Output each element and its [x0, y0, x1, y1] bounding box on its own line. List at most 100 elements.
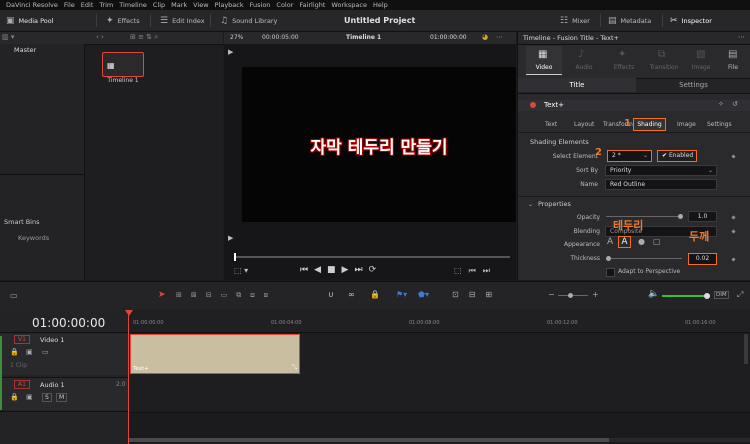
color-wheel-icon[interactable]: ◕	[482, 33, 488, 41]
appearance-border-icon[interactable]: ▢	[653, 237, 661, 246]
menu-help[interactable]: Help	[373, 1, 388, 9]
timeline-scrollbar-thumb[interactable]	[129, 438, 609, 442]
viewer-side-arrow-top[interactable]: ▶	[228, 48, 233, 56]
appearance-text-icon[interactable]: A	[607, 237, 613, 247]
timeline-ruler[interactable]: 01:00:00:00 01:00:04:00 01:00:08:00 01:0…	[129, 310, 750, 333]
inspector-button[interactable]: ✂ Inspector	[670, 10, 712, 31]
opacity-input[interactable]: 1.0	[688, 211, 717, 222]
panel-icons[interactable]: ▥ ▾	[2, 33, 14, 41]
adapt-perspective-checkbox[interactable]	[606, 268, 615, 277]
zoom-level[interactable]: 27%	[230, 34, 243, 41]
mixer-button[interactable]: ☷ Mixer	[560, 10, 590, 31]
media-pool-button[interactable]: ▣ Media Pool	[6, 10, 54, 31]
audio-lock-icon[interactable]: 🔒	[10, 393, 19, 401]
node-enable-toggle[interactable]	[530, 102, 536, 108]
zoom-slider[interactable]	[558, 293, 588, 298]
menu-edit[interactable]: Edit	[81, 1, 94, 9]
lock-icon[interactable]: 🔒	[370, 290, 380, 299]
menu-file[interactable]: File	[64, 1, 75, 9]
metadata-button[interactable]: ▤ Metadata	[608, 10, 651, 31]
view-mode-icons[interactable]: ⊞ ≡ ⇅ ⌕	[130, 33, 158, 42]
appearance-block-icon[interactable]: ●	[638, 237, 645, 246]
track-visibility-icon[interactable]: ▭	[42, 348, 49, 356]
tab-transition[interactable]: ⧉ Transition	[646, 46, 682, 74]
flag-icon[interactable]: ⚑▾	[396, 290, 407, 299]
appearance-outline-icon[interactable]: A	[618, 236, 631, 248]
viewer-side-arrow-bottom[interactable]: ▶	[228, 234, 233, 242]
menu-trim[interactable]: Trim	[99, 1, 113, 9]
go-start-icon[interactable]: ⏮	[300, 265, 314, 275]
link-icon[interactable]: ∞	[348, 290, 355, 299]
tab-image[interactable]: ▧ Image	[686, 46, 716, 74]
menu-davinci[interactable]: DaVinci Resolve	[6, 1, 58, 9]
thickness-slider-knob[interactable]	[606, 256, 611, 261]
reset-icon[interactable]: ↺	[732, 100, 738, 108]
zoom-slider-knob[interactable]	[568, 293, 573, 298]
rewind-icon[interactable]: ◀	[314, 265, 327, 275]
playhead-handle[interactable]	[125, 310, 133, 316]
menu-fusion[interactable]: Fusion	[250, 1, 271, 9]
properties-chevron-icon[interactable]: ⌄	[528, 201, 533, 208]
menu-fairlight[interactable]: Fairlight	[299, 1, 325, 9]
more-options-icon[interactable]: ⋯	[738, 33, 745, 41]
loop-icon[interactable]: ⟳	[369, 265, 383, 275]
marker-icon[interactable]: ⬟▾	[418, 290, 429, 299]
more-icon[interactable]: ⋯	[496, 33, 503, 41]
auto-select-icon[interactable]: ▣	[26, 348, 33, 356]
select-element-dropdown[interactable]: 2 * ⌄	[607, 150, 652, 162]
thickness-input[interactable]: 0.02	[688, 253, 717, 265]
timeline-scrollbar[interactable]	[129, 438, 750, 442]
text-tab-layout[interactable]: Layout	[574, 121, 594, 128]
crop-icon[interactable]: ⬚ ▾	[234, 266, 248, 275]
tab-video[interactable]: ▦ Video	[526, 46, 562, 75]
text-plus-clip[interactable]: Text+ ⤡	[130, 334, 300, 374]
text-tab-image[interactable]: Image	[677, 121, 696, 128]
play-icon[interactable]: ▶	[342, 265, 355, 275]
bin-master[interactable]: Master	[14, 46, 36, 54]
zoom-out-icon[interactable]: −	[548, 290, 555, 299]
zoom-in-icon[interactable]: +	[592, 290, 599, 299]
timeline-clip-thumbnail[interactable]: ▦	[102, 52, 144, 77]
menu-color[interactable]: Color	[276, 1, 293, 9]
dim-button[interactable]: DIM	[714, 291, 729, 299]
tab-file[interactable]: ▤ File	[718, 46, 748, 74]
menu-mark[interactable]: Mark	[171, 1, 187, 9]
video-lock-icon[interactable]: 🔒	[10, 348, 19, 356]
tab-audio[interactable]: ♪ Audio	[566, 46, 602, 74]
next-frame-icon[interactable]: ⏭	[483, 266, 497, 275]
track-id-a1[interactable]: A1	[14, 380, 30, 389]
layout-icon[interactable]: ▭	[10, 291, 18, 300]
thickness-slider[interactable]	[606, 256, 682, 261]
speaker-icon[interactable]: 🔈	[648, 289, 659, 299]
mute-button[interactable]: M	[56, 393, 68, 402]
fullscreen-icon[interactable]: ⤢	[737, 290, 743, 300]
text-tab-settings[interactable]: Settings	[707, 121, 732, 128]
viewer-scrubber-handle[interactable]	[234, 253, 236, 261]
edit-tools[interactable]: ⊞⊠⊟▭⧉⧈⧇	[176, 291, 277, 300]
opacity-slider-knob[interactable]	[678, 214, 683, 219]
name-input[interactable]: Red Outline	[605, 179, 717, 190]
playhead[interactable]	[128, 310, 129, 444]
text-tab-text[interactable]: Text	[545, 121, 557, 128]
transport-controls[interactable]: ⏮◀■▶⏭⟳	[300, 265, 382, 275]
sort-by-dropdown[interactable]: Priority ⌄	[605, 165, 717, 176]
viewer-scrubber[interactable]	[234, 253, 510, 261]
snap-icon[interactable]: ∪	[328, 290, 334, 299]
magic-wand-icon[interactable]: ✧	[718, 100, 724, 108]
safe-area-icon[interactable]: ⬚	[454, 266, 469, 275]
menu-timeline[interactable]: Timeline	[119, 1, 147, 9]
menu-workspace[interactable]: Workspace	[331, 1, 367, 9]
subtab-settings[interactable]: Settings	[636, 78, 750, 92]
subtab-title[interactable]: Title	[518, 78, 636, 92]
selection-tool-icon[interactable]: ➤	[158, 290, 166, 300]
text-tab-shading[interactable]: Shading	[633, 118, 666, 131]
vertical-scrollbar[interactable]	[744, 334, 748, 364]
volume-slider[interactable]	[662, 293, 710, 299]
tab-effects[interactable]: ✦ Effects	[606, 46, 642, 74]
nav-arrows[interactable]: ‹ ›	[96, 33, 104, 41]
timeline-tracks[interactable]: 01:00:00:00 01:00:04:00 01:00:08:00 01:0…	[125, 310, 750, 444]
zoom-mode-icons[interactable]: ⊡⊟⊞	[452, 290, 502, 299]
volume-slider-knob[interactable]	[704, 293, 710, 299]
sound-library-button[interactable]: ♫ Sound Library	[220, 10, 277, 31]
menu-playback[interactable]: Playback	[215, 1, 244, 9]
